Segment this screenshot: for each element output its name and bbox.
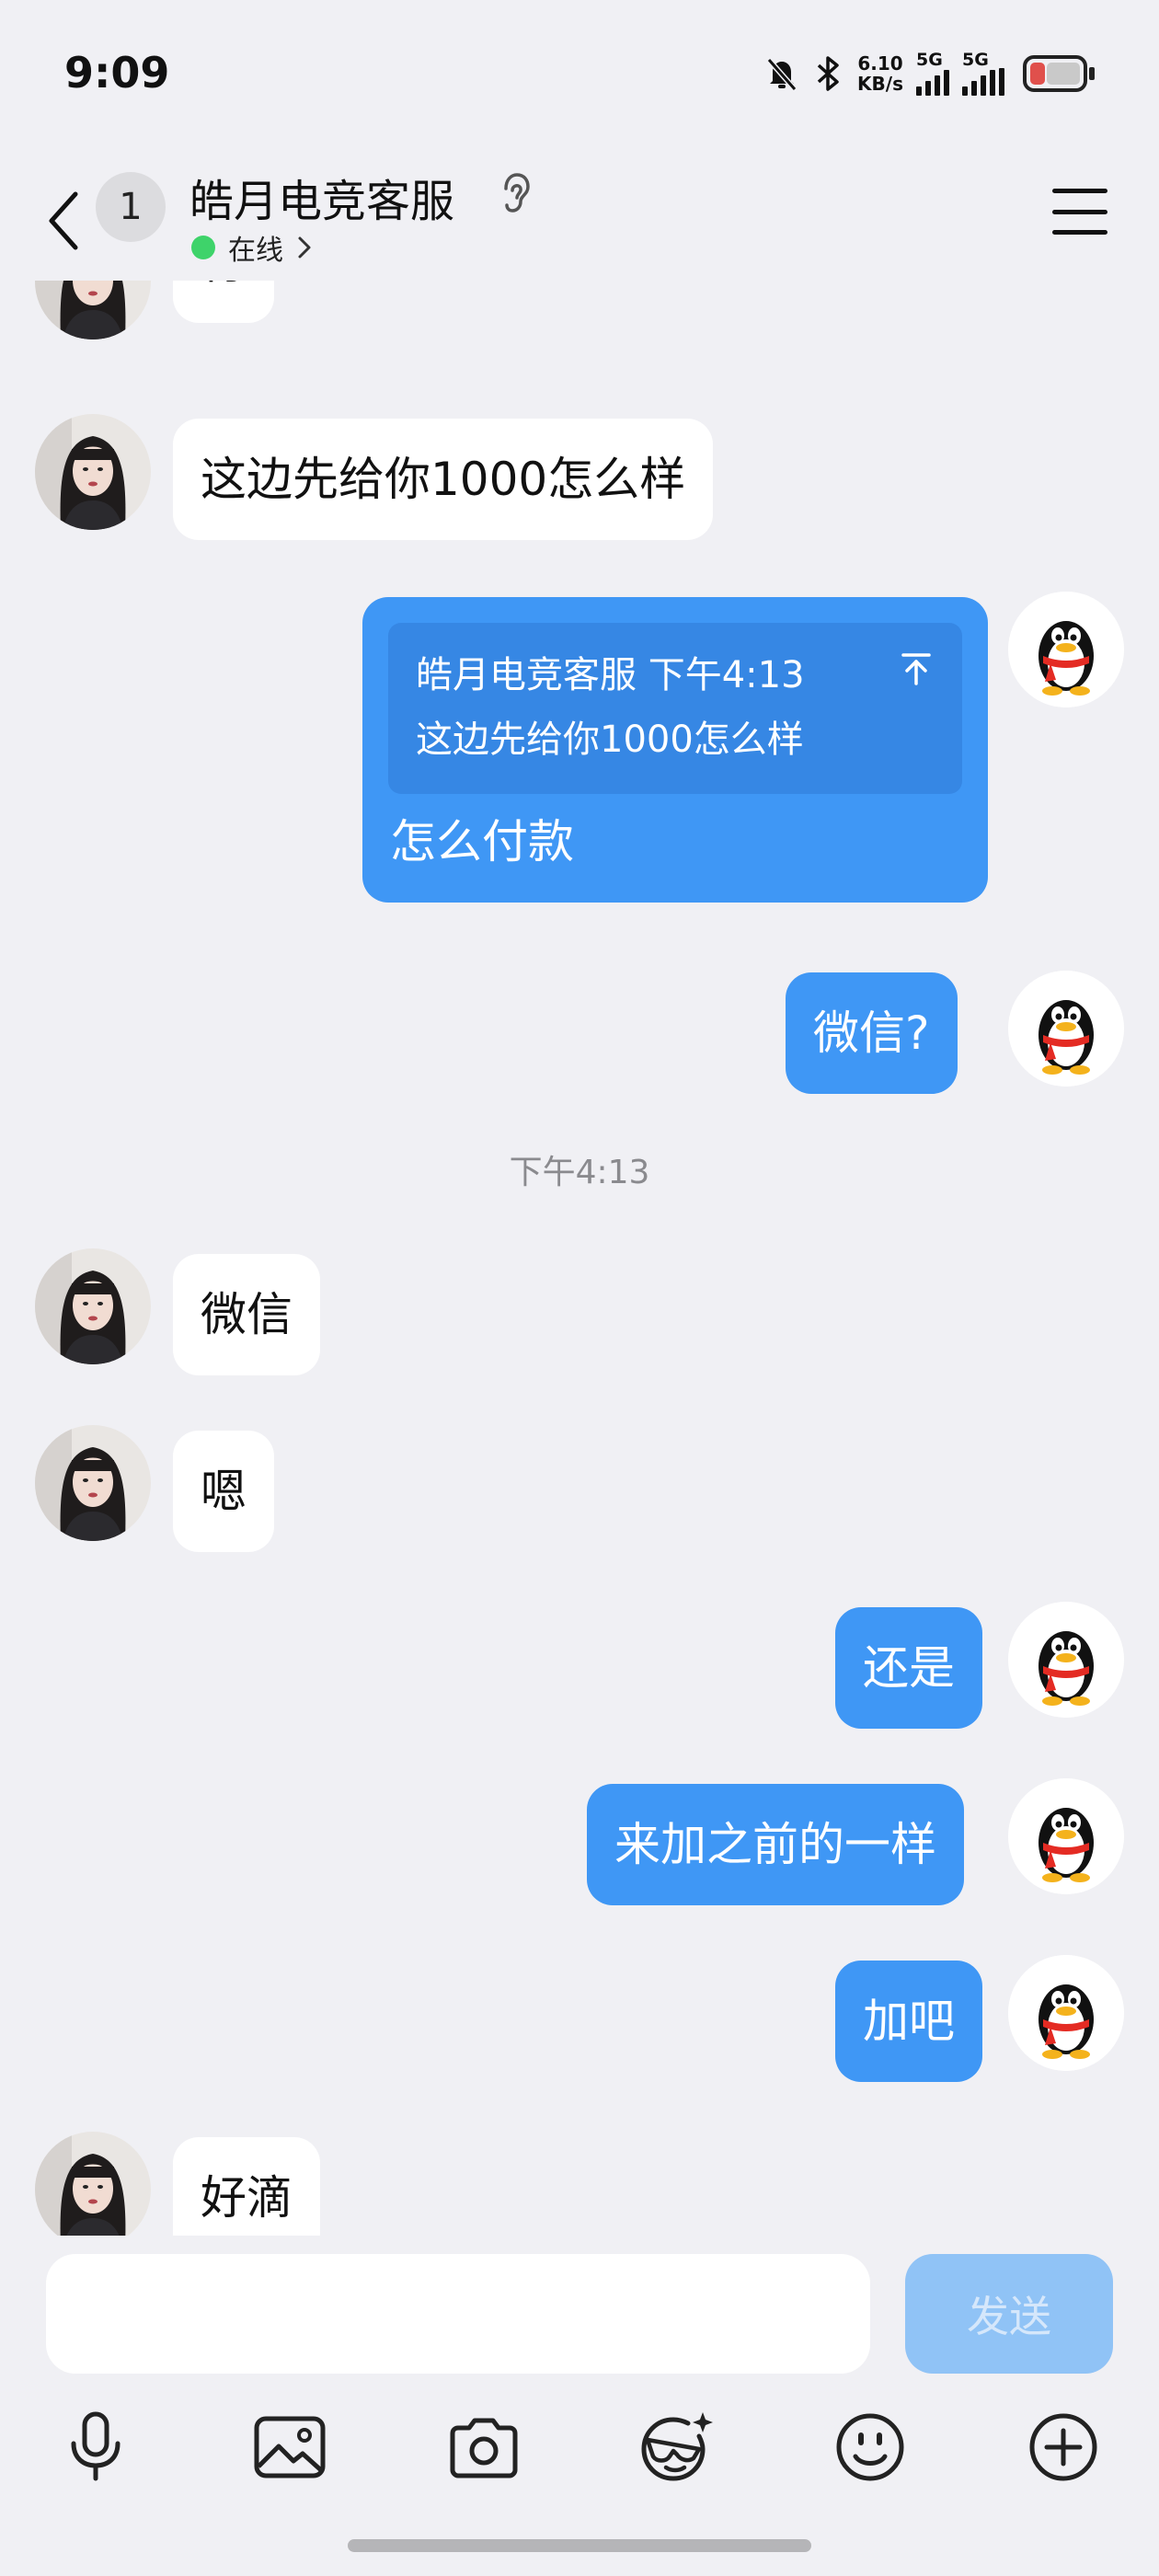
bluetooth-icon (817, 56, 839, 91)
contact-avatar[interactable] (35, 281, 151, 339)
sticker-button[interactable] (631, 2401, 723, 2493)
incoming-message[interactable]: 微信 (173, 1254, 320, 1375)
image-icon (254, 2416, 326, 2478)
chevron-right-icon (298, 236, 311, 259)
back-button[interactable] (35, 179, 90, 262)
online-status[interactable]: 在线 (191, 227, 313, 268)
voice-button[interactable] (50, 2401, 142, 2493)
online-dot-icon (191, 236, 215, 259)
message-list[interactable]: 行 这边先给你1000怎么样 皓月电竞客服 下午4:13 这边先给你1000怎么… (0, 281, 1159, 2236)
mute-bell-icon (766, 58, 798, 91)
reply-text: 怎么付款 (390, 815, 574, 868)
contact-avatar[interactable] (35, 1425, 151, 1541)
outgoing-message[interactable]: 微信? (786, 972, 958, 1094)
quoted-message[interactable]: 皓月电竞客服 下午4:13 这边先给你1000怎么样 (388, 623, 962, 794)
incoming-message[interactable]: 好滴 (173, 2137, 320, 2236)
input-toolbar (0, 2401, 1159, 2493)
clock: 9:09 (64, 48, 170, 98)
outgoing-message[interactable]: 加吧 (835, 1961, 982, 2082)
my-avatar[interactable] (1008, 1778, 1124, 1894)
net-speed-value: 6.10 (857, 52, 903, 75)
emoji-button[interactable] (824, 2401, 916, 2493)
more-button[interactable] (1017, 2401, 1109, 2493)
sticker-icon (641, 2412, 713, 2481)
ear-icon[interactable] (497, 170, 534, 216)
contact-avatar[interactable] (35, 2132, 151, 2236)
signal-bars-icon (962, 68, 1004, 96)
menu-line (1052, 230, 1107, 235)
menu-line (1052, 189, 1107, 193)
contact-avatar[interactable] (35, 414, 151, 530)
battery-icon (1023, 55, 1095, 92)
menu-line (1052, 209, 1107, 214)
quote-text: 这边先给你1000怎么样 (416, 719, 804, 761)
chat-screen: 9:09 6.10 KB/s 5G 5G 1 皓月电竞客服 在线 这边先给你10… (0, 0, 1159, 2576)
battery-empty (1047, 63, 1080, 85)
menu-button[interactable] (1052, 189, 1107, 235)
sim2-signal: 5G (962, 52, 1004, 96)
status-icons: 6.10 KB/s 5G 5G (763, 52, 1095, 96)
send-button[interactable]: 发送 (905, 2254, 1113, 2374)
outgoing-message[interactable]: 来加之前的一样 (587, 1784, 964, 1905)
status-bar: 9:09 6.10 KB/s 5G 5G (0, 0, 1159, 152)
unread-count-badge[interactable]: 1 (96, 172, 166, 242)
sim2-label: 5G (962, 50, 989, 70)
contact-avatar[interactable] (35, 1248, 151, 1364)
signal-bars-icon (916, 68, 949, 96)
incoming-message[interactable]: 嗯 (173, 1431, 274, 1552)
quote-header: 皓月电竞客服 下午4:13 (416, 654, 805, 696)
my-avatar[interactable] (1008, 1955, 1124, 2071)
my-avatar[interactable] (1008, 592, 1124, 707)
message-input[interactable] (46, 2254, 870, 2374)
online-status-text: 在线 (228, 235, 283, 267)
outgoing-quoted-message[interactable]: 皓月电竞客服 下午4:13 这边先给你1000怎么样 怎么付款 (362, 597, 988, 903)
jump-to-original-icon[interactable] (898, 650, 935, 687)
chevron-left-icon (49, 191, 78, 250)
input-bar: 发送 (0, 2236, 1159, 2576)
incoming-message[interactable]: 这边先给你1000怎么样 (173, 419, 714, 540)
chat-header: 1 皓月电竞客服 在线 (0, 152, 1159, 281)
sim1-label: 5G (916, 50, 943, 70)
image-button[interactable] (244, 2401, 336, 2493)
camera-icon (450, 2418, 518, 2478)
my-avatar[interactable] (1008, 1602, 1124, 1718)
net-speed-unit: KB/s (857, 73, 903, 95)
plus-icon (1029, 2413, 1097, 2481)
home-indicator[interactable] (348, 2539, 811, 2552)
incoming-message[interactable]: 行 (173, 281, 274, 323)
chat-title[interactable]: 皓月电竞客服 (189, 165, 454, 229)
battery-level (1030, 63, 1045, 85)
network-speed: 6.10 KB/s (857, 53, 903, 94)
emoji-icon (836, 2413, 904, 2481)
outgoing-message[interactable]: 还是 (835, 1607, 982, 1729)
sim1-signal: 5G (916, 52, 949, 96)
message-timestamp: 下午4:13 (509, 1154, 650, 1191)
microphone-icon (71, 2411, 120, 2481)
my-avatar[interactable] (1008, 971, 1124, 1087)
camera-button[interactable] (438, 2401, 530, 2493)
